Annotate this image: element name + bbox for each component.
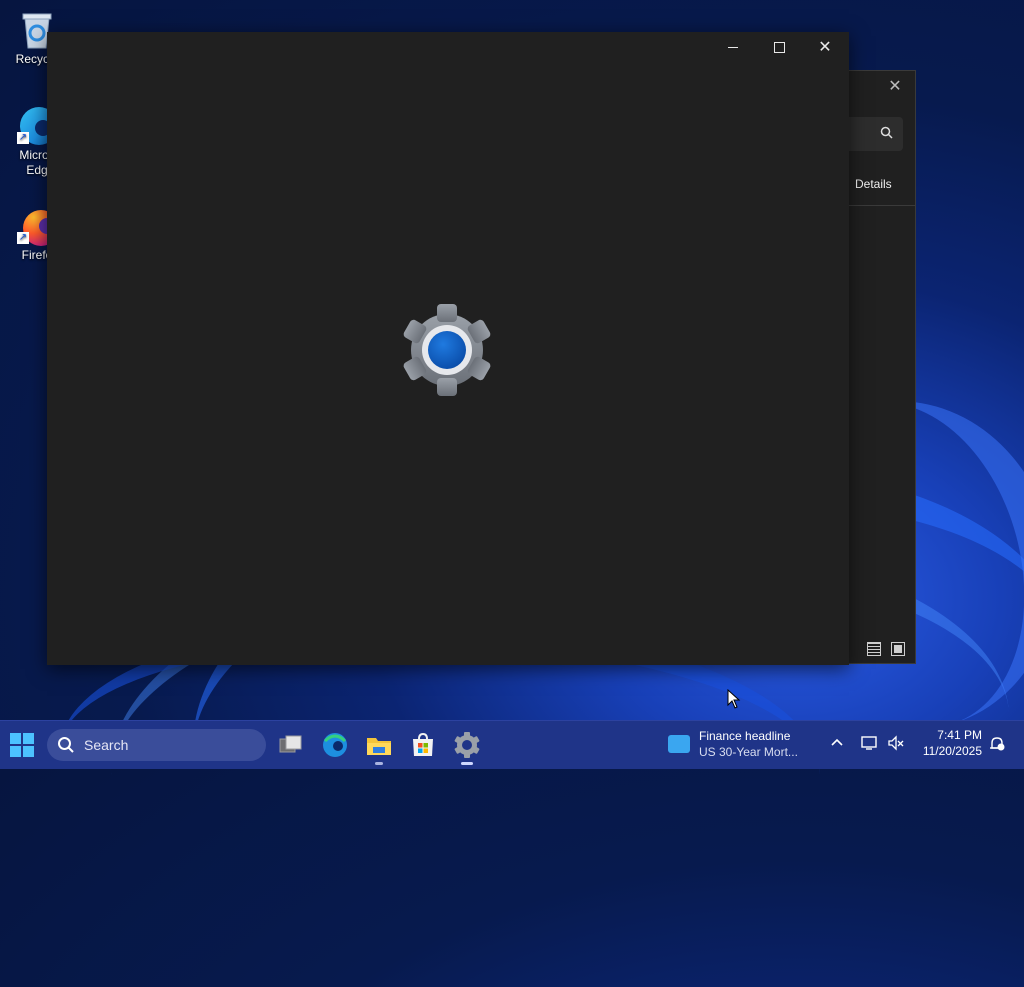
minimize-button[interactable] <box>710 32 756 64</box>
background-window-close-button[interactable]: ✕ <box>883 77 907 97</box>
maximize-icon <box>773 42 785 54</box>
notification-bell-icon <box>990 737 1005 751</box>
search-icon <box>58 737 74 753</box>
active-indicator <box>461 762 473 765</box>
network-monitor-icon <box>861 736 877 750</box>
taskbar-edge-button[interactable] <box>319 729 351 761</box>
shortcut-arrow-icon: ↗ <box>17 232 29 244</box>
shortcut-arrow-icon: ↗ <box>17 132 29 144</box>
notifications-button[interactable] <box>988 735 1006 756</box>
taskbar-settings-button[interactable] <box>451 729 483 765</box>
minimize-icon <box>728 47 738 49</box>
taskbar-file-explorer-button[interactable] <box>363 729 395 765</box>
windows-logo-icon <box>10 733 21 744</box>
edge-icon <box>323 733 347 757</box>
widget-subtext: US 30-Year Mort... <box>699 745 798 759</box>
volume-muted-icon <box>888 735 904 751</box>
close-button[interactable]: ✕ <box>802 32 848 64</box>
taskbar-search[interactable]: Search <box>47 729 266 761</box>
tile-view-icon[interactable] <box>891 642 905 656</box>
list-view-icon[interactable] <box>867 642 881 656</box>
settings-gear-icon <box>454 732 480 758</box>
running-indicator <box>375 762 383 765</box>
maximize-button[interactable] <box>756 32 802 64</box>
finance-widget-icon <box>668 735 690 753</box>
task-view-button[interactable] <box>275 729 307 761</box>
taskbar: Search Finance headline US 30-Year Mort.… <box>0 720 1024 769</box>
mouse-cursor-icon <box>727 689 741 709</box>
news-widget[interactable]: Finance headline US 30-Year Mort... <box>668 727 818 763</box>
system-clock[interactable]: 7:41 PM 11/20/2025 <box>912 727 982 759</box>
taskbar-store-button[interactable] <box>407 729 439 761</box>
widget-headline: Finance headline <box>699 729 791 743</box>
start-button[interactable] <box>10 733 34 757</box>
volume-button[interactable] <box>887 735 905 754</box>
network-button[interactable] <box>861 735 879 754</box>
chevron-up-icon <box>831 738 843 746</box>
search-icon <box>880 126 893 142</box>
store-icon <box>413 732 433 756</box>
settings-window[interactable]: ✕ <box>47 32 849 665</box>
settings-gear-icon <box>403 304 491 396</box>
show-hidden-icons-button[interactable] <box>830 735 844 752</box>
search-placeholder: Search <box>84 737 129 753</box>
clock-time: 7:41 PM <box>937 728 982 742</box>
task-view-icon <box>279 735 302 753</box>
clock-date: 11/20/2025 <box>922 744 982 758</box>
folder-icon <box>367 738 391 755</box>
details-column-header[interactable]: Details <box>855 177 892 191</box>
